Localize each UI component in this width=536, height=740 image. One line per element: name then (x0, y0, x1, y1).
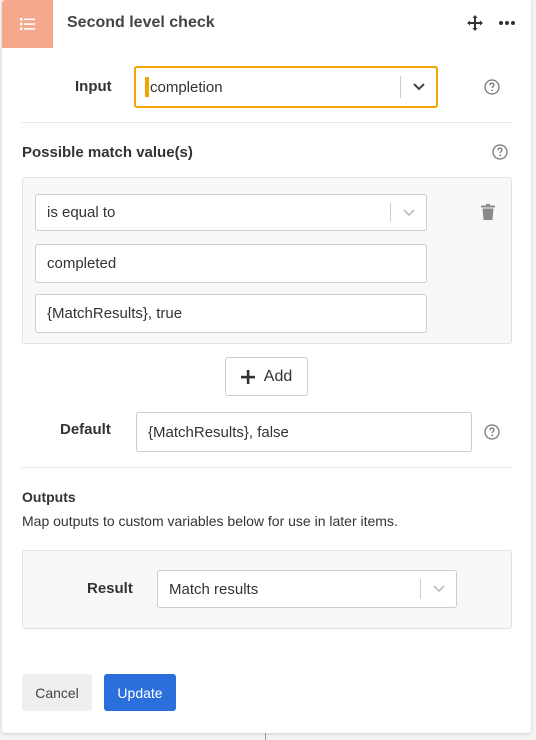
section-divider (22, 467, 512, 468)
settings-panel: Second level check Input completion Poss… (2, 0, 531, 733)
outputs-description: Map outputs to custom variables below fo… (22, 513, 398, 529)
flow-connector (265, 733, 266, 740)
chevron-down-icon (433, 585, 445, 593)
select-separator (390, 203, 391, 222)
chevron-down-icon (403, 208, 415, 216)
chevron-down-icon (413, 83, 425, 91)
operator-select[interactable]: is equal to (35, 194, 427, 231)
cancel-button-label: Cancel (35, 684, 79, 701)
default-field[interactable]: {MatchResults}, false (136, 412, 472, 452)
match-result-field[interactable]: {MatchResults}, true (35, 294, 427, 333)
section-divider (22, 122, 512, 123)
list-icon (19, 18, 35, 31)
update-button-label: Update (117, 684, 163, 701)
more-icon[interactable] (497, 14, 517, 32)
panel-header: Second level check (2, 0, 531, 48)
update-button[interactable]: Update (104, 674, 176, 711)
trash-icon[interactable] (481, 204, 495, 220)
input-label: Input (75, 78, 112, 95)
help-icon[interactable] (484, 424, 500, 440)
operator-select-value: is equal to (47, 204, 116, 221)
text-cursor (145, 77, 149, 97)
plus-icon (240, 369, 255, 384)
move-icon[interactable] (466, 14, 484, 32)
match-result-text: {MatchResults}, true (47, 305, 183, 322)
help-icon[interactable] (484, 79, 500, 95)
help-icon[interactable] (492, 144, 508, 160)
add-button[interactable]: Add (225, 357, 308, 396)
match-value-field[interactable]: completed (35, 244, 427, 283)
panel-title: Second level check (67, 14, 215, 31)
default-field-text: {MatchResults}, false (148, 423, 289, 441)
select-separator (400, 76, 401, 98)
match-section-label: Possible match value(s) (22, 144, 193, 161)
default-label: Default (60, 421, 111, 438)
input-select[interactable]: completion (134, 66, 438, 108)
result-label: Result (87, 580, 133, 597)
match-value-text: completed (47, 255, 117, 272)
step-type-badge (2, 0, 53, 48)
outputs-label: Outputs (22, 489, 76, 505)
result-select-value: Match results (169, 580, 259, 598)
input-select-value: completion (150, 78, 223, 96)
cancel-button[interactable]: Cancel (22, 674, 92, 711)
result-select[interactable]: Match results (157, 570, 457, 608)
select-separator (420, 579, 421, 599)
add-button-label: Add (263, 367, 293, 385)
